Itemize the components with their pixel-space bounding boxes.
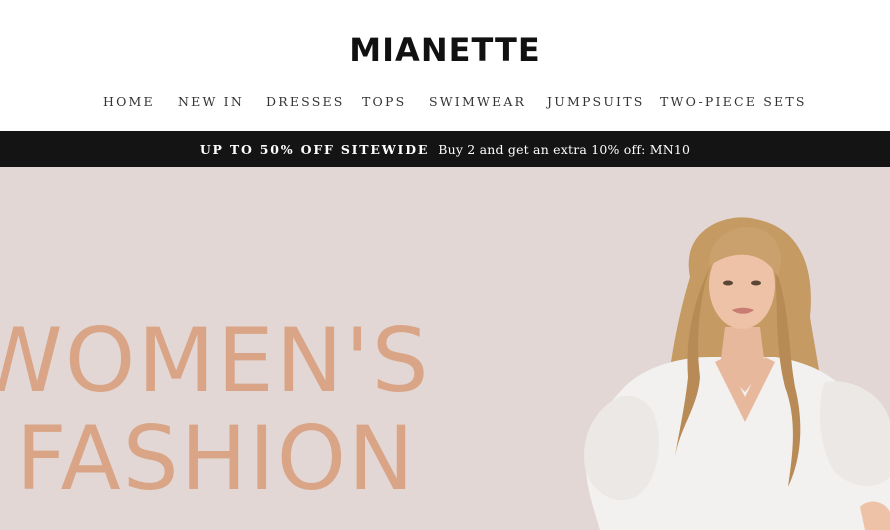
main-nav: HOME NEW IN DRESSES TOPS SWIMWEAR JUMPSU… xyxy=(0,93,890,113)
nav-item-dresses[interactable]: DRESSES xyxy=(266,93,345,111)
nav-item-jumpsuits[interactable]: JUMPSUITS xyxy=(547,93,645,111)
hero-title-line-1: WOMEN'S xyxy=(0,309,431,412)
promo-bar[interactable]: UP TO 50% OFF SITEWIDE Buy 2 and get an … xyxy=(0,131,890,167)
model-photo xyxy=(584,217,890,530)
site-logo[interactable]: MIANETTE xyxy=(0,30,890,70)
nav-item-swimwear[interactable]: SWIMWEAR xyxy=(429,93,526,111)
eye-left xyxy=(723,280,733,286)
nav-item-two-piece-sets[interactable]: TWO-PIECE SETS xyxy=(660,93,807,111)
promo-text: Buy 2 and get an extra 10% off: MN10 xyxy=(438,141,691,157)
nav-item-home[interactable]: HOME xyxy=(103,93,155,111)
eye-right xyxy=(751,280,761,286)
hero-title-line-2: FASHION xyxy=(16,407,416,510)
nav-item-tops[interactable]: TOPS xyxy=(362,93,406,111)
sleeve-left xyxy=(584,395,659,501)
nav-item-new-in[interactable]: NEW IN xyxy=(178,93,244,111)
promo-headline: UP TO 50% OFF SITEWIDE xyxy=(199,141,430,157)
hero-banner[interactable]: WOMEN'S FASHION xyxy=(0,167,890,530)
site-header: MIANETTE HOME NEW IN DRESSES TOPS SWIMWE… xyxy=(0,0,890,131)
